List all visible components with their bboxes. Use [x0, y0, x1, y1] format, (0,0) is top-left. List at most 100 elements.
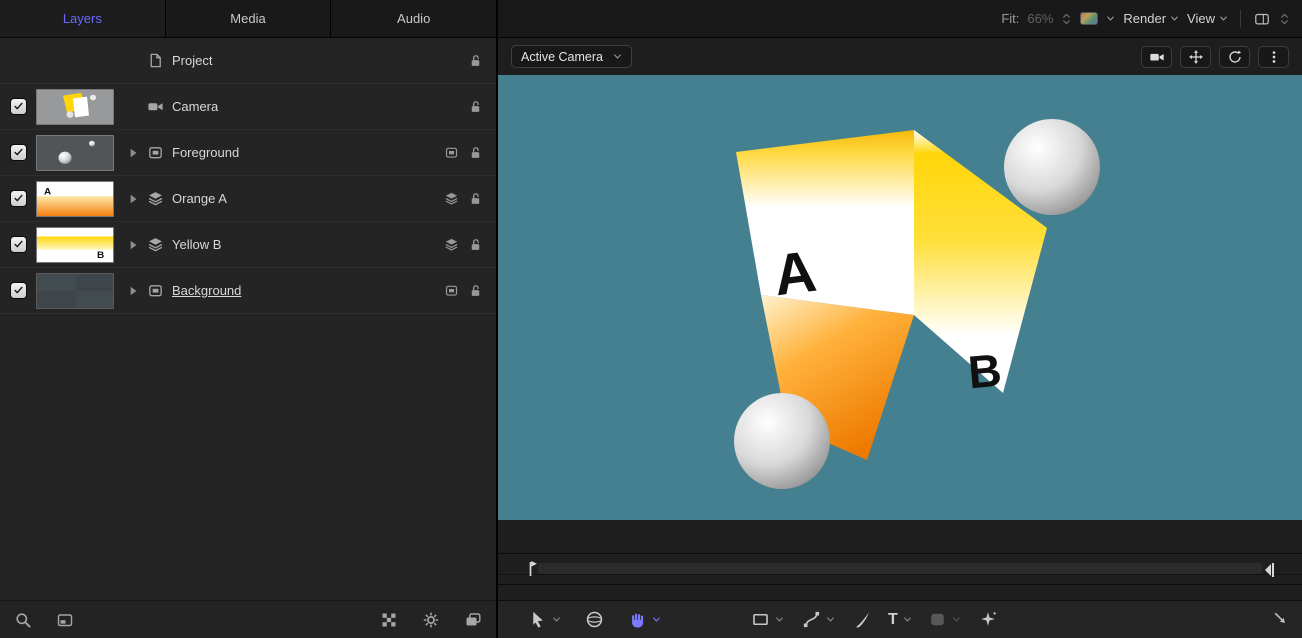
- gear-icon[interactable]: [422, 611, 440, 629]
- visibility-checkbox[interactable]: [11, 145, 26, 160]
- tools-toolbar: T: [498, 600, 1302, 638]
- check-icon: [13, 239, 24, 250]
- search-icon[interactable]: [14, 611, 32, 629]
- canvas-stage[interactable]: A B: [498, 75, 1302, 520]
- below-canvas-area: [498, 520, 1302, 553]
- layers-icon: [147, 236, 164, 253]
- tab-media[interactable]: Media: [165, 0, 331, 37]
- visibility-checkbox[interactable]: [11, 191, 26, 206]
- layer-thumbnail[interactable]: [36, 135, 114, 171]
- group-badge-icon: [444, 145, 459, 160]
- window-resize-handle[interactable]: [1271, 609, 1288, 631]
- timeline-end-marker-icon[interactable]: [1262, 562, 1276, 578]
- move-3d-icon: [1188, 49, 1204, 65]
- card-a[interactable]: [736, 130, 914, 315]
- layer-name[interactable]: Orange A: [169, 191, 227, 206]
- channels-swatch[interactable]: [1080, 12, 1098, 25]
- visibility-checkbox[interactable]: [11, 283, 26, 298]
- layer-name[interactable]: Background: [169, 283, 241, 298]
- stage-letter-a: A: [770, 239, 819, 309]
- zoom-stepper-icon[interactable]: [1061, 12, 1072, 26]
- tab-audio[interactable]: Audio: [330, 0, 496, 37]
- text-tool[interactable]: T: [888, 611, 912, 629]
- shape-mask-tool[interactable]: [928, 610, 961, 629]
- layer-thumbnail[interactable]: [36, 89, 114, 125]
- pan-3d-button[interactable]: [1180, 46, 1211, 68]
- disclosure-triangle[interactable]: [126, 238, 140, 252]
- camera-icon: [147, 98, 164, 115]
- document-icon: [147, 52, 164, 69]
- disclosure-triangle[interactable]: [126, 284, 140, 298]
- layer-row-orange-a[interactable]: A Orange A: [0, 176, 496, 222]
- lock-icon[interactable]: [468, 191, 483, 206]
- fit-label: Fit:: [1001, 11, 1019, 26]
- zoom-value[interactable]: 66%: [1027, 11, 1053, 26]
- lock-icon[interactable]: [468, 283, 483, 298]
- sphere-bottom-left[interactable]: [734, 393, 830, 489]
- layer-row-yellow-b[interactable]: B Yellow B: [0, 222, 496, 268]
- lock-icon[interactable]: [468, 53, 483, 68]
- panels-icon[interactable]: [464, 611, 482, 629]
- layer-row-project[interactable]: Project: [0, 38, 496, 84]
- disclosure-triangle[interactable]: [126, 146, 140, 160]
- rectangle-tool[interactable]: [751, 610, 784, 629]
- group-icon: [147, 144, 164, 161]
- lock-icon[interactable]: [468, 145, 483, 160]
- active-camera-selector[interactable]: Active Camera: [511, 45, 632, 68]
- preview-area-icon[interactable]: [56, 611, 74, 629]
- active-camera-label: Active Camera: [521, 50, 603, 64]
- lock-icon[interactable]: [468, 99, 483, 114]
- timeline-track[interactable]: [538, 563, 1262, 574]
- render-menu-button[interactable]: Render: [1123, 11, 1179, 26]
- playhead-pin-icon[interactable]: [526, 559, 538, 579]
- disclosure-triangle[interactable]: [126, 192, 140, 206]
- layers-icon: [147, 190, 164, 207]
- view-label: View: [1187, 11, 1215, 26]
- hand-tool[interactable]: [628, 610, 661, 629]
- tab-layers[interactable]: Layers: [0, 0, 165, 37]
- group-badge-icon: [444, 283, 459, 298]
- sphere-top-right[interactable]: [1004, 119, 1100, 215]
- paint-stroke-tool[interactable]: [853, 610, 872, 629]
- chevron-down-icon: [903, 615, 912, 624]
- visibility-checkbox[interactable]: [11, 237, 26, 252]
- display-stepper-icon[interactable]: [1279, 12, 1290, 26]
- chevron-down-icon[interactable]: [1106, 14, 1115, 23]
- layer-list: Project Camera: [0, 38, 496, 314]
- layer-row-foreground[interactable]: Foreground: [0, 130, 496, 176]
- visibility-checkbox[interactable]: [11, 99, 26, 114]
- layer-name[interactable]: Camera: [169, 99, 218, 114]
- layer-thumbnail[interactable]: A: [36, 181, 114, 217]
- display-icon[interactable]: [1253, 11, 1271, 27]
- check-icon: [13, 101, 24, 112]
- layer-name[interactable]: Foreground: [169, 145, 239, 160]
- chevron-down-icon: [775, 615, 784, 624]
- chevron-down-icon: [1219, 14, 1228, 23]
- lock-icon[interactable]: [468, 237, 483, 252]
- layer-thumbnail[interactable]: [36, 273, 114, 309]
- layer-thumbnail[interactable]: B: [36, 227, 114, 263]
- view-options-button[interactable]: [1258, 46, 1289, 68]
- layer-list-empty-area: [0, 314, 496, 600]
- select-tool[interactable]: [528, 610, 561, 629]
- orbit-button[interactable]: [1219, 46, 1250, 68]
- dots-icon: [1266, 49, 1282, 65]
- transform-3d-tool[interactable]: [585, 610, 604, 629]
- layer-name[interactable]: Project: [169, 53, 212, 68]
- view-menu-button[interactable]: View: [1187, 11, 1228, 26]
- stage-letter-b: B: [966, 344, 1004, 399]
- mini-timeline[interactable]: [498, 553, 1302, 585]
- layer-row-camera[interactable]: Camera: [0, 84, 496, 130]
- bezier-tool[interactable]: [802, 610, 835, 629]
- camera-view-button[interactable]: [1141, 46, 1172, 68]
- checkerboard-icon[interactable]: [380, 611, 398, 629]
- motion-window: Layers Media Audio Project: [0, 0, 1302, 638]
- tab-audio-label: Audio: [397, 11, 430, 26]
- layer-name[interactable]: Yellow B: [169, 237, 221, 252]
- cursor-icon: [528, 610, 547, 629]
- panel-tabbar: Layers Media Audio: [0, 0, 496, 38]
- hand-icon: [628, 610, 647, 629]
- adjust-glyph-tool[interactable]: [979, 610, 998, 629]
- check-icon: [13, 193, 24, 204]
- layer-row-background[interactable]: Background: [0, 268, 496, 314]
